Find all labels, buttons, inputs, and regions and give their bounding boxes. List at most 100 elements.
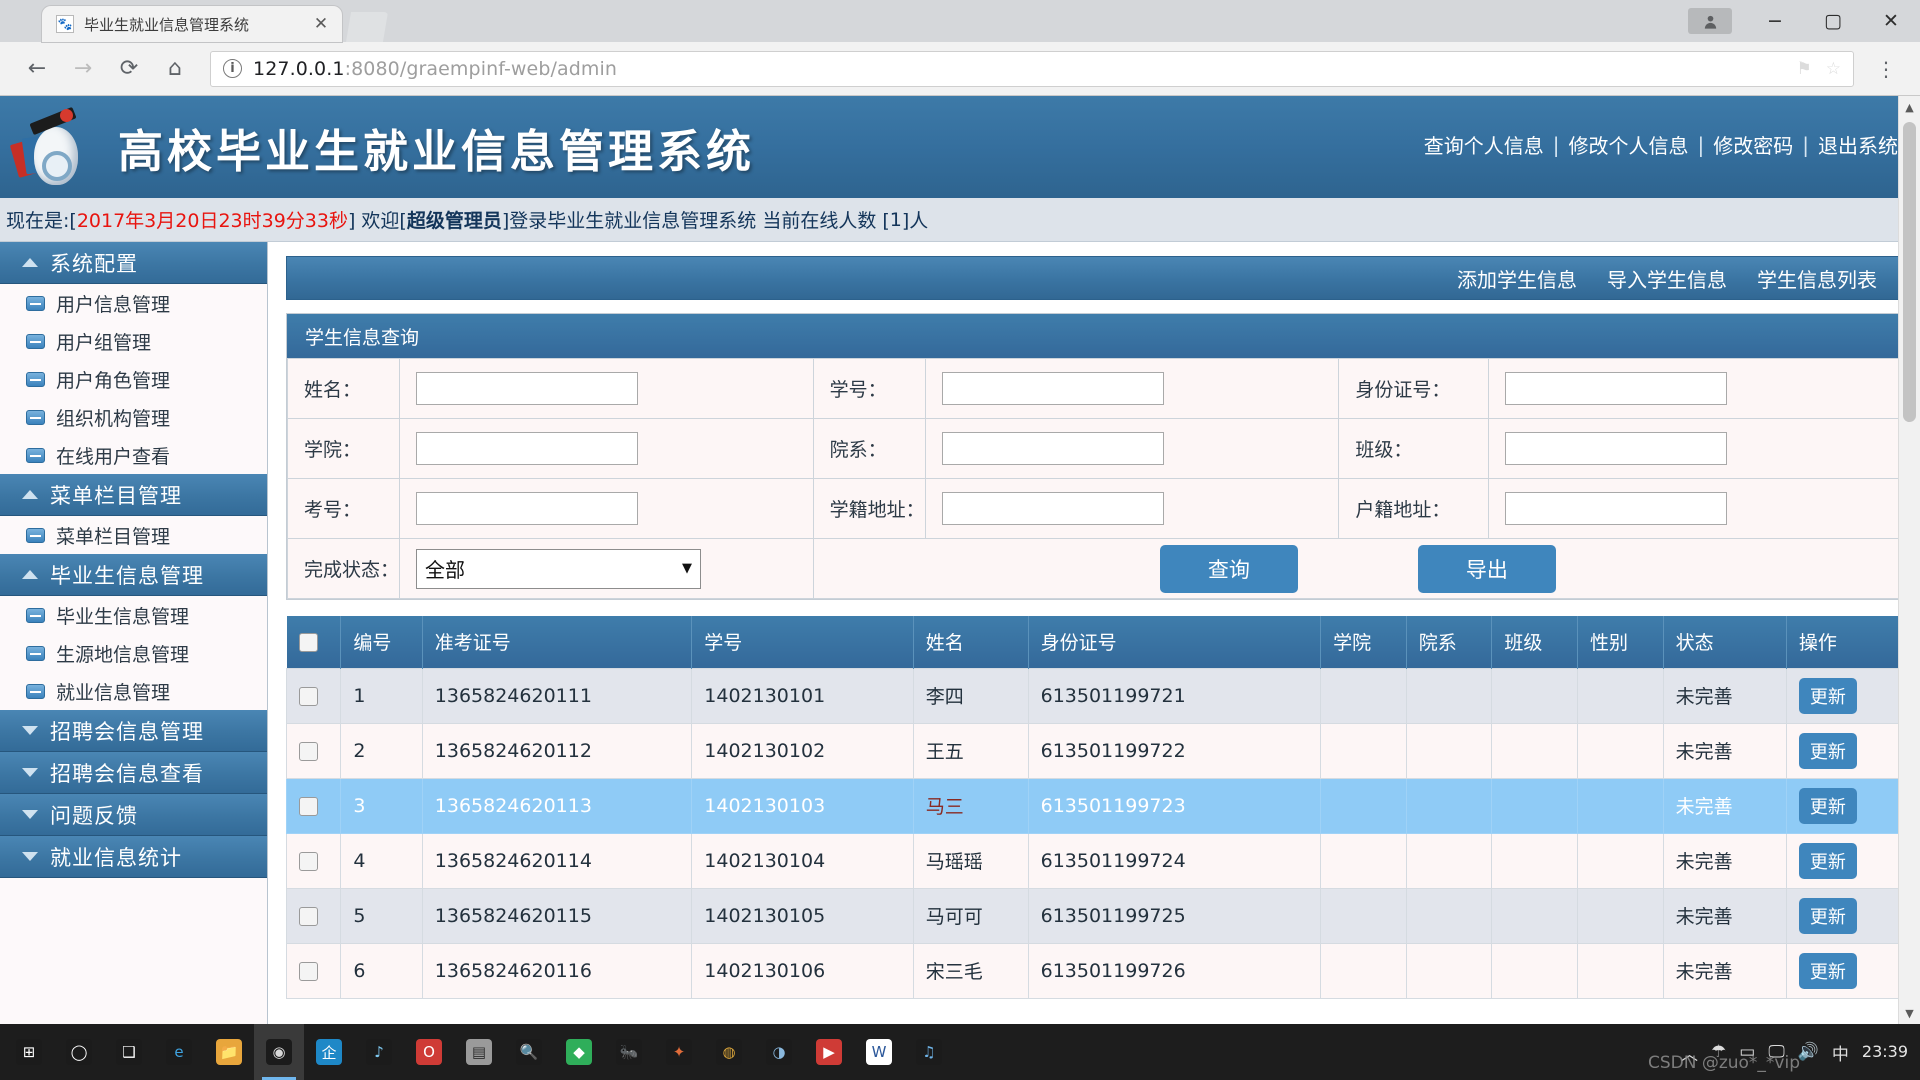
row-checkbox[interactable] xyxy=(299,742,318,761)
export-button[interactable]: 导出 xyxy=(1418,545,1556,593)
sidebar-item-0-3[interactable]: 组织机构管理 xyxy=(0,398,267,436)
row-checkbox-cell[interactable] xyxy=(287,833,341,888)
search-input-exam-no[interactable] xyxy=(416,492,638,525)
scrollbar-thumb[interactable] xyxy=(1903,122,1916,422)
table-row[interactable]: 113658246201111402130101李四613501199721未完… xyxy=(287,668,1904,723)
table-row[interactable]: 313658246201131402130103马三613501199723未完… xyxy=(287,778,1904,833)
home-icon[interactable]: ⌂ xyxy=(154,48,196,90)
minimize-button[interactable]: − xyxy=(1746,0,1804,42)
tray-clock[interactable]: 23:39 xyxy=(1862,1043,1908,1061)
toolbar-link-import-student[interactable]: 导入学生信息 xyxy=(1607,264,1727,293)
sidebar-group-2[interactable]: 毕业生信息管理 xyxy=(0,554,267,596)
qq-taskbar-icon[interactable]: 企 xyxy=(304,1024,354,1080)
toolbar-link-student-list[interactable]: 学生信息列表 xyxy=(1757,264,1877,293)
row-checkbox-cell[interactable] xyxy=(287,778,341,833)
table-row[interactable]: 213658246201121402130102王五613501199722未完… xyxy=(287,723,1904,778)
tray-volume-icon[interactable]: 🔊 xyxy=(1798,1042,1819,1062)
cell-action[interactable]: 更新 xyxy=(1786,668,1903,723)
browser-menu-icon[interactable]: ⋮ xyxy=(1868,57,1904,81)
reload-icon[interactable]: ⟳ xyxy=(108,48,150,90)
new-tab-button[interactable] xyxy=(346,12,388,42)
sidebar-item-0-2[interactable]: 用户角色管理 xyxy=(0,360,267,398)
word-taskbar-icon[interactable]: W xyxy=(854,1024,904,1080)
query-button[interactable]: 查询 xyxy=(1160,545,1298,593)
bookmark-star-icon[interactable]: ☆ xyxy=(1826,59,1841,79)
update-button[interactable]: 更新 xyxy=(1799,733,1857,769)
sidebar-item-2-0[interactable]: 毕业生信息管理 xyxy=(0,596,267,634)
explorer-taskbar-icon[interactable]: 📁 xyxy=(204,1024,254,1080)
row-checkbox-cell[interactable] xyxy=(287,723,341,778)
profile-avatar[interactable] xyxy=(1688,8,1732,34)
circle-taskbar-icon[interactable]: ◍ xyxy=(704,1024,754,1080)
cell-action[interactable]: 更新 xyxy=(1786,888,1903,943)
search-input-college[interactable] xyxy=(416,432,638,465)
cell-action[interactable]: 更新 xyxy=(1786,943,1903,998)
edge-taskbar-icon[interactable]: e xyxy=(154,1024,204,1080)
start-button[interactable]: ⊞ xyxy=(4,1024,54,1080)
search-input-dept[interactable] xyxy=(942,432,1164,465)
cell-action[interactable]: 更新 xyxy=(1786,723,1903,778)
row-checkbox[interactable] xyxy=(299,907,318,926)
search-input-id-card[interactable] xyxy=(1505,372,1727,405)
sidebar-item-0-1[interactable]: 用户组管理 xyxy=(0,322,267,360)
row-checkbox[interactable] xyxy=(299,852,318,871)
chrome-taskbar-icon[interactable]: ◉ xyxy=(254,1024,304,1080)
update-button[interactable]: 更新 xyxy=(1799,678,1857,714)
search-input-class[interactable] xyxy=(1505,432,1727,465)
sidebar-group-6[interactable]: 就业信息统计 xyxy=(0,836,267,878)
scroll-up-icon[interactable]: ▲ xyxy=(1899,96,1920,118)
media-taskbar-icon[interactable]: ▶ xyxy=(804,1024,854,1080)
sidebar-item-0-4[interactable]: 在线用户查看 xyxy=(0,436,267,474)
update-button[interactable]: 更新 xyxy=(1799,788,1857,824)
table-row[interactable]: 613658246201161402130106宋三毛613501199726未… xyxy=(287,943,1904,998)
opera-taskbar-icon[interactable]: O xyxy=(404,1024,454,1080)
search-input-home-addr[interactable] xyxy=(1505,492,1727,525)
row-checkbox-cell[interactable] xyxy=(287,668,341,723)
table-row[interactable]: 413658246201141402130104马瑶瑶613501199724未… xyxy=(287,833,1904,888)
tray-ime-indicator[interactable]: 中 xyxy=(1832,1040,1849,1065)
forward-icon[interactable]: → xyxy=(62,48,104,90)
row-checkbox-cell[interactable] xyxy=(287,943,341,998)
sidebar-group-0[interactable]: 系统配置 xyxy=(0,242,267,284)
page-info-icon[interactable]: i xyxy=(223,59,242,78)
tab-close-icon[interactable]: ✕ xyxy=(310,16,332,33)
eclipse-taskbar-icon[interactable]: ◑ xyxy=(754,1024,804,1080)
status-dropdown[interactable]: 全部 ▼ xyxy=(416,549,701,589)
update-button[interactable]: 更新 xyxy=(1799,843,1857,879)
update-button[interactable]: 更新 xyxy=(1799,898,1857,934)
table-row[interactable]: 513658246201151402130105马可可613501199725未… xyxy=(287,888,1904,943)
row-checkbox[interactable] xyxy=(299,962,318,981)
search-input-school-addr[interactable] xyxy=(942,492,1164,525)
close-window-button[interactable]: ✕ xyxy=(1862,0,1920,42)
maximize-button[interactable]: ▢ xyxy=(1804,0,1862,42)
scroll-down-icon[interactable]: ▼ xyxy=(1899,1002,1920,1024)
sidebar-group-5[interactable]: 问题反馈 xyxy=(0,794,267,836)
sidebar-group-4[interactable]: 招聘会信息查看 xyxy=(0,752,267,794)
leaf-taskbar-icon[interactable]: ✦ xyxy=(654,1024,704,1080)
sidebar-item-0-0[interactable]: 用户信息管理 xyxy=(0,284,267,322)
update-button[interactable]: 更新 xyxy=(1799,953,1857,989)
sidebar-group-1[interactable]: 菜单栏目管理 xyxy=(0,474,267,516)
nav-link-logout[interactable]: 退出系统 xyxy=(1818,130,1898,159)
tool1-taskbar-icon[interactable]: ♪ xyxy=(354,1024,404,1080)
cortana-button[interactable]: ◯ xyxy=(54,1024,104,1080)
search-taskbar-icon[interactable]: 🔍 xyxy=(504,1024,554,1080)
nav-link-change-password[interactable]: 修改密码 xyxy=(1713,130,1793,159)
row-checkbox[interactable] xyxy=(299,687,318,706)
task-view-button[interactable]: ❑ xyxy=(104,1024,154,1080)
ant-taskbar-icon[interactable]: 🐜 xyxy=(604,1024,654,1080)
search-input-name[interactable] xyxy=(416,372,638,405)
green-taskbar-icon[interactable]: ◆ xyxy=(554,1024,604,1080)
sidebar-item-1-0[interactable]: 菜单栏目管理 xyxy=(0,516,267,554)
nav-link-edit-profile[interactable]: 修改个人信息 xyxy=(1569,130,1689,159)
save-page-icon[interactable]: ⚑ xyxy=(1797,59,1812,79)
row-checkbox[interactable] xyxy=(299,797,318,816)
page-scrollbar[interactable]: ▲ ▼ xyxy=(1898,96,1920,1024)
archive-taskbar-icon[interactable]: ▤ xyxy=(454,1024,504,1080)
row-checkbox-cell[interactable] xyxy=(287,888,341,943)
browser-tab[interactable]: 🐾 毕业生就业信息管理系统 ✕ xyxy=(42,6,342,42)
cell-action[interactable]: 更新 xyxy=(1786,778,1903,833)
back-icon[interactable]: ← xyxy=(16,48,58,90)
blue-taskbar-icon[interactable]: ♫ xyxy=(904,1024,954,1080)
address-bar[interactable]: i 127.0.0.1:8080/graempinf-web/admin ⚑ ☆ xyxy=(210,51,1854,87)
